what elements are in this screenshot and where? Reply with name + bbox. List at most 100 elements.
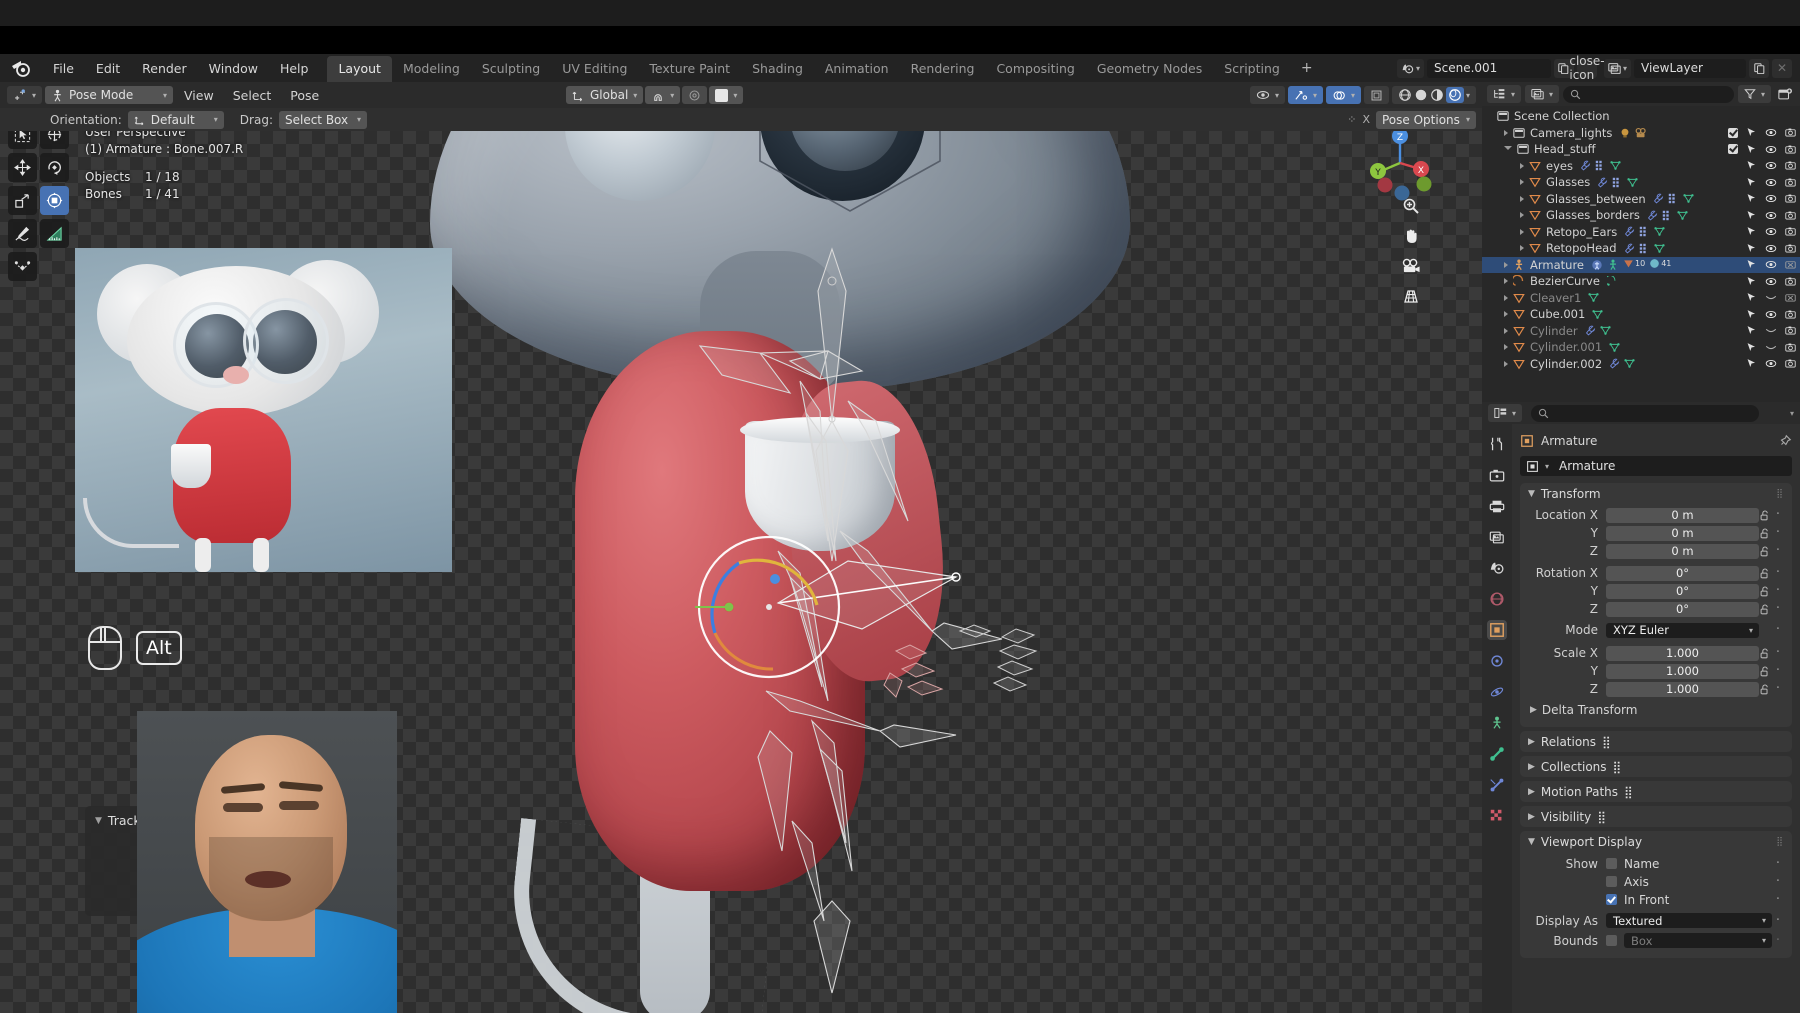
expand-triangle-icon[interactable] — [1504, 328, 1508, 334]
cursor-icon[interactable] — [1746, 127, 1757, 138]
workspace-tab-layout[interactable]: Layout — [327, 56, 392, 82]
camera-icon[interactable] — [1785, 160, 1796, 171]
lock-icon[interactable] — [1759, 648, 1772, 659]
modifier-icon[interactable] — [1597, 177, 1608, 188]
field-value[interactable]: 0 m — [1606, 508, 1759, 523]
checkbox-name[interactable] — [1606, 858, 1617, 869]
scene-name-field[interactable]: Scene.001 — [1427, 59, 1551, 78]
camera-icon[interactable] — [1785, 127, 1796, 138]
panel-grip[interactable]: ⣿ — [1776, 837, 1784, 847]
eye-icon[interactable] — [1765, 358, 1777, 369]
menu-edit[interactable]: Edit — [85, 58, 131, 79]
cursor-tool[interactable] — [40, 131, 69, 149]
eye-icon[interactable] — [1765, 226, 1777, 237]
object-data-tab[interactable] — [1487, 744, 1507, 764]
outliner-editor[interactable]: ▾ ▾ ▾ Scene CollectionCamera_lightsHead_… — [1482, 82, 1800, 402]
render-tab[interactable] — [1487, 465, 1507, 485]
particles-icon[interactable] — [1595, 160, 1606, 171]
panel-grip[interactable]: ⣿ — [1776, 489, 1784, 499]
pose-icon[interactable] — [1591, 259, 1603, 271]
camera-icon[interactable] — [1785, 309, 1796, 320]
modifier-icon[interactable] — [1585, 325, 1596, 336]
light-icon[interactable] — [1619, 127, 1631, 139]
menu-help[interactable]: Help — [269, 58, 320, 79]
animate-dot-icon[interactable]: · — [1772, 667, 1784, 675]
eye-icon[interactable] — [1765, 276, 1777, 287]
panel-collections[interactable]: ▶Collections⣿ — [1520, 756, 1792, 777]
workspace-tab-geometry-nodes[interactable]: Geometry Nodes — [1086, 56, 1213, 82]
field-value[interactable]: 1.000 — [1606, 646, 1759, 661]
transform-tool[interactable] — [40, 186, 69, 215]
field-value[interactable]: 0° — [1606, 602, 1759, 617]
expand-triangle-icon[interactable] — [1504, 262, 1508, 268]
workspace-tab-rendering[interactable]: Rendering — [900, 56, 986, 82]
outliner-row-cleaver1[interactable]: Cleaver1 — [1482, 290, 1800, 307]
checkbox-in-front[interactable] — [1606, 894, 1617, 905]
animate-dot-icon[interactable]: · — [1772, 587, 1784, 595]
mesh-data-icon[interactable] — [1600, 325, 1611, 336]
particles-icon[interactable] — [1668, 193, 1679, 204]
delta-transform-subpanel[interactable]: ▶Delta Transform — [1528, 699, 1784, 719]
particles-icon[interactable] — [1612, 177, 1623, 188]
outliner-row-glasses-borders[interactable]: Glasses_borders — [1482, 207, 1800, 224]
outliner-row-beziercurve[interactable]: BezierCurve — [1482, 273, 1800, 290]
lock-icon[interactable] — [1759, 586, 1772, 597]
cursor-icon[interactable] — [1746, 243, 1757, 254]
scene-icon[interactable]: ▾ — [1397, 59, 1424, 78]
eye-icon[interactable] — [1765, 210, 1777, 221]
eye-icon[interactable] — [1765, 144, 1777, 155]
camera-disabled-icon[interactable] — [1785, 292, 1796, 303]
mesh-data-icon[interactable] — [1654, 226, 1665, 237]
animate-dot-icon[interactable]: · — [1772, 937, 1784, 945]
mesh-count-10[interactable]: 10 — [1623, 258, 1645, 272]
cursor-icon[interactable] — [1746, 160, 1757, 171]
outliner-search-input[interactable] — [1563, 86, 1734, 103]
rotate-gizmo[interactable] — [695, 533, 843, 681]
lock-icon[interactable] — [1759, 528, 1772, 539]
tweak-tool[interactable] — [8, 131, 37, 149]
chevron-down-icon[interactable]: ▼ — [95, 816, 102, 826]
modifier-icon[interactable] — [1624, 226, 1635, 237]
eye-icon[interactable] — [1765, 193, 1777, 204]
eye-icon[interactable] — [1765, 177, 1777, 188]
modifiers-tab[interactable] — [1487, 651, 1507, 671]
cursor-icon[interactable] — [1746, 342, 1757, 353]
mesh-data-icon[interactable] — [1624, 358, 1635, 369]
outliner-row-cube-001[interactable]: Cube.001 — [1482, 306, 1800, 323]
outliner-row-retopohead[interactable]: RetopoHead — [1482, 240, 1800, 257]
cursor-icon[interactable] — [1746, 276, 1757, 287]
zoom-nav-button[interactable] — [1398, 193, 1424, 219]
blender-logo-icon[interactable] — [10, 57, 32, 79]
eye-closed-icon[interactable] — [1765, 342, 1777, 353]
view-layer-tab[interactable] — [1487, 527, 1507, 547]
properties-search-input[interactable] — [1531, 405, 1759, 422]
rotation-mode-dropdown[interactable]: XYZ Euler▾ — [1606, 623, 1759, 638]
outliner-row-retopo-ears[interactable]: Retopo_Ears — [1482, 224, 1800, 241]
expand-triangle-icon[interactable] — [1504, 130, 1508, 136]
object-name-field[interactable]: ▾ Armature — [1520, 456, 1792, 476]
output-tab[interactable] — [1487, 496, 1507, 516]
remove-scene-button[interactable]: close-icon — [1577, 59, 1597, 78]
mesh-data-icon[interactable] — [1588, 292, 1599, 303]
expand-triangle-icon[interactable] — [1520, 229, 1524, 235]
workspace-tab-animation[interactable]: Animation — [814, 56, 900, 82]
texture-tab[interactable] — [1487, 806, 1507, 826]
camera-icon[interactable] — [1785, 226, 1796, 237]
armature-data-icon[interactable] — [1607, 259, 1619, 271]
animate-dot-icon[interactable]: · — [1772, 569, 1784, 577]
collapse-triangle-icon[interactable] — [1504, 146, 1512, 153]
expand-triangle-icon[interactable] — [1520, 212, 1524, 218]
panel-grip[interactable]: ⣿ — [1613, 760, 1622, 774]
view-layer-name-field[interactable]: ViewLayer — [1634, 59, 1746, 78]
animate-dot-icon[interactable]: · — [1772, 605, 1784, 613]
lock-icon[interactable] — [1759, 510, 1772, 521]
measure-tool[interactable] — [40, 219, 69, 248]
properties-editor[interactable]: ▾ ▾ Armature ▾ Armature — [1482, 402, 1800, 1013]
remove-view-layer-button[interactable]: ✕ — [1772, 59, 1792, 78]
workspace-tab-uv-editing[interactable]: UV Editing — [551, 56, 638, 82]
camera-icon[interactable] — [1785, 193, 1796, 204]
cursor-icon[interactable] — [1746, 358, 1757, 369]
camera-nav-button[interactable] — [1398, 253, 1424, 279]
animate-dot-icon[interactable]: · — [1772, 547, 1784, 555]
workspace-tab-scripting[interactable]: Scripting — [1213, 56, 1291, 82]
